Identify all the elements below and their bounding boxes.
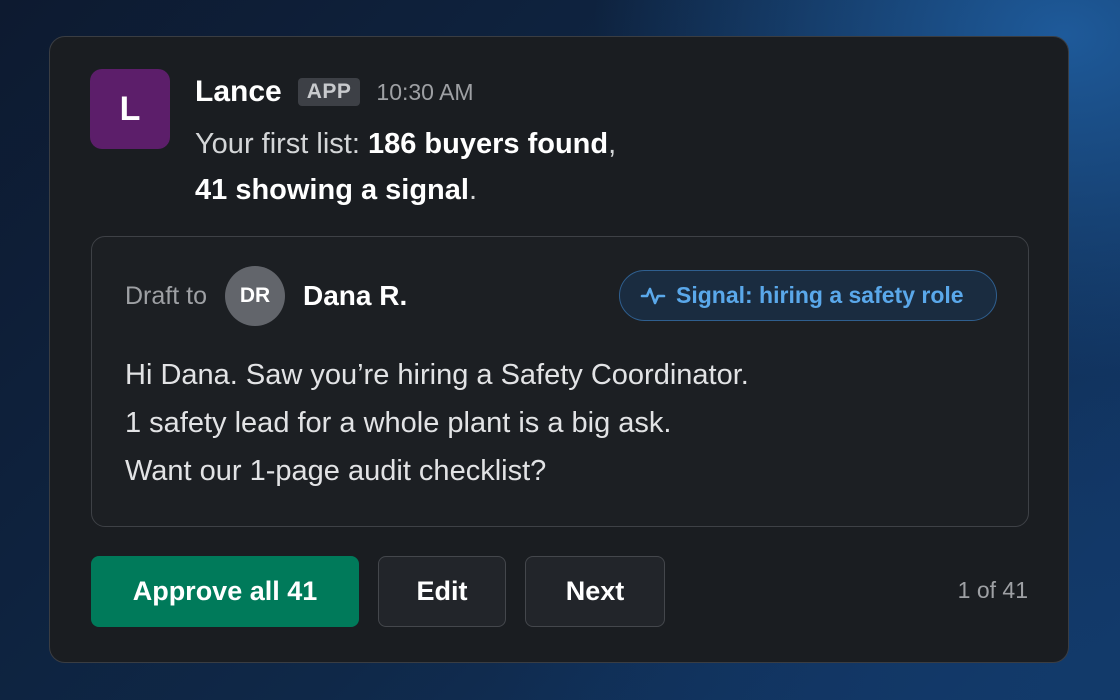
draft-header: Draft to DR Dana R. bbox=[125, 265, 407, 327]
message-line1-prefix: Your first list: bbox=[195, 128, 368, 160]
message-line2-suffix: . bbox=[468, 174, 478, 206]
approve-all-button[interactable]: Approve all 41 bbox=[91, 556, 359, 627]
message-text: Your first list: 186 buyers found, 41 sh… bbox=[195, 121, 995, 213]
signal-count: 41 showing a signal bbox=[195, 174, 469, 206]
draft-body-line: Hi Dana. Saw you’re hiring a Safety Coor… bbox=[125, 359, 749, 391]
message-header: Lance APP 10:30 AM bbox=[195, 71, 474, 113]
message-line1-suffix: , bbox=[608, 128, 617, 160]
draft-body-line: 1 safety lead for a whole plant is a big… bbox=[125, 407, 672, 439]
signal-label: Signal: hiring a safety role bbox=[676, 282, 964, 308]
message-timestamp[interactable]: 10:30 AM bbox=[376, 79, 473, 106]
next-button[interactable]: Next bbox=[525, 556, 665, 627]
activity-pulse-icon bbox=[640, 287, 666, 304]
recipient-name: Dana R. bbox=[302, 280, 408, 311]
draft-body-line: Want our 1-page audit checklist? bbox=[125, 455, 547, 487]
sender-name[interactable]: Lance bbox=[195, 75, 282, 109]
app-badge: APP bbox=[297, 78, 361, 106]
recipient-avatar: DR bbox=[224, 266, 285, 326]
draft-preview: Draft to DR Dana R. Signal: hiring a saf… bbox=[91, 236, 1029, 527]
edit-button[interactable]: Edit bbox=[378, 556, 506, 627]
draft-counter: 1 of 41 bbox=[957, 577, 1028, 603]
buyers-found-count: 186 buyers found bbox=[367, 128, 609, 160]
recipient-initials: DR bbox=[239, 284, 271, 307]
message-card: L Lance APP 10:30 AM Your first list: 18… bbox=[49, 36, 1069, 663]
draft-to-label: Draft to bbox=[125, 281, 207, 310]
sender-avatar-letter: L bbox=[119, 89, 141, 128]
sender-avatar[interactable]: L bbox=[90, 69, 170, 149]
draft-body: Hi Dana. Saw you’re hiring a Safety Coor… bbox=[125, 351, 749, 495]
signal-pill[interactable]: Signal: hiring a safety role bbox=[619, 270, 997, 321]
